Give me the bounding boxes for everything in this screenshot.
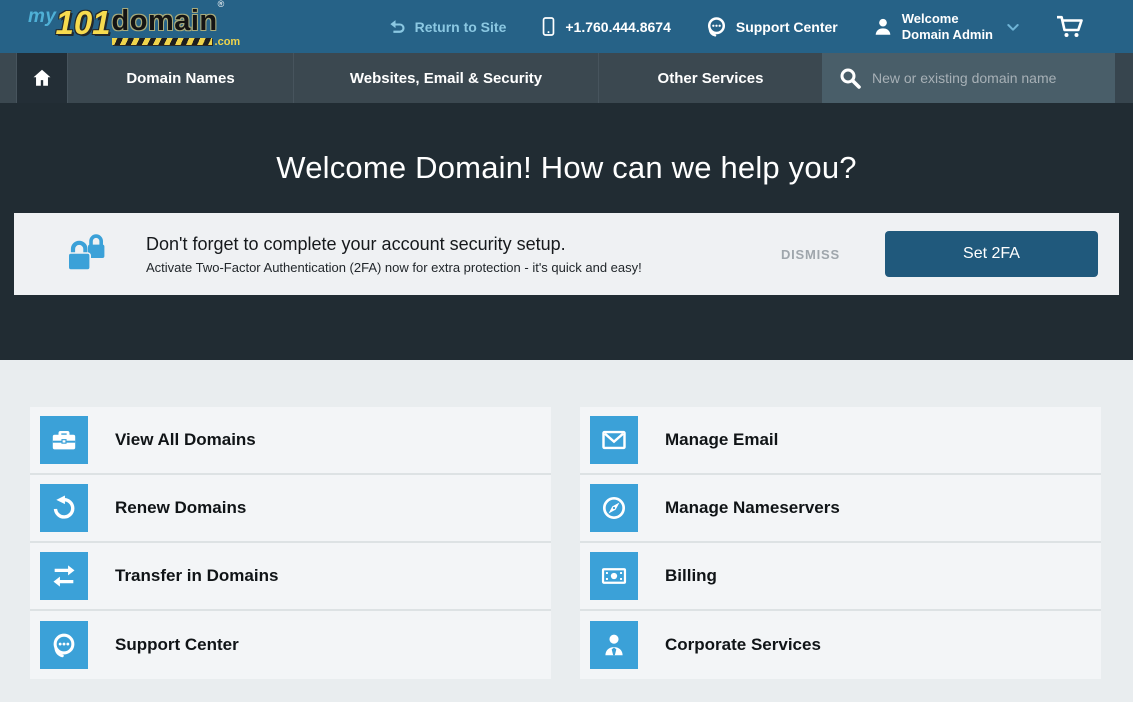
phone-link[interactable]: +1.760.444.8674 [540,16,671,37]
menu-item-view-all-domains[interactable]: View All Domains [30,407,551,475]
banner-title: Don't forget to complete your account se… [146,234,642,255]
logo-hazard-stripes [112,38,212,45]
menu-item-corporate-services[interactable]: Corporate Services [580,611,1101,679]
mobile-phone-icon [540,16,557,37]
page-title: Welcome Domain! How can we help you? [0,148,1133,188]
lock-icon [62,232,110,276]
domain-search-input[interactable] [872,70,1103,86]
banner-subtitle: Activate Two-Factor Authentication (2FA)… [146,260,642,275]
logo-domain: domain® [112,9,241,34]
account-menu[interactable]: Welcome Domain Admin [872,11,1021,42]
topbar: my 101 domain® .com Return to Site +1.76… [0,0,1133,53]
renew-icon [40,484,88,532]
headset-icon [705,15,728,38]
nav-tab-domain-names[interactable]: Domain Names [67,53,293,103]
home-icon [31,67,53,89]
set-2fa-button[interactable]: Set 2FA [885,231,1098,277]
shopping-cart-icon [1055,14,1085,39]
menu-label: View All Domains [115,430,256,450]
account-name: Domain Admin [902,27,993,43]
quick-links: View All Domains Renew Domains Transfer … [0,360,1133,679]
search-icon [838,66,862,90]
user-tie-icon [590,621,638,669]
menu-label: Transfer in Domains [115,566,278,586]
dismiss-button[interactable]: DISMISS [781,247,840,262]
menu-item-renew-domains[interactable]: Renew Domains [30,475,551,543]
menu-label: Corporate Services [665,635,821,655]
main-nav: Domain Names Websites, Email & Security … [0,53,1133,103]
support-center-link[interactable]: Support Center [705,15,838,38]
user-icon [872,16,894,38]
menu-label: Renew Domains [115,498,246,518]
chevron-down-icon [1005,19,1021,35]
domain-search-box[interactable] [822,53,1115,103]
cart-button[interactable] [1055,14,1085,39]
return-arrow-icon [388,17,407,36]
menu-label: Manage Email [665,430,778,450]
menu-item-billing[interactable]: Billing [580,543,1101,611]
logo-tld: .com [215,36,241,48]
registered-mark: ® [218,0,225,9]
nav-tab-other-services[interactable]: Other Services [598,53,822,103]
menu-column-left: View All Domains Renew Domains Transfer … [30,407,551,679]
menu-label: Manage Nameservers [665,498,840,518]
headset-icon [40,621,88,669]
return-to-site-link[interactable]: Return to Site [388,17,507,36]
menu-item-transfer-in-domains[interactable]: Transfer in Domains [30,543,551,611]
briefcase-icon [40,416,88,464]
menu-item-manage-email[interactable]: Manage Email [580,407,1101,475]
menu-item-manage-nameservers[interactable]: Manage Nameservers [580,475,1101,543]
nav-left-spacer [0,53,16,103]
nav-tab-websites-email-security[interactable]: Websites, Email & Security [293,53,598,103]
menu-item-support-center[interactable]: Support Center [30,611,551,679]
menu-label: Billing [665,566,717,586]
hero-section: Welcome Domain! How can we help you? Don… [0,103,1133,360]
logo-101: 101 [55,9,110,37]
menu-column-right: Manage Email Manage Nameservers Billing … [580,407,1101,679]
logo-my: my [28,6,56,28]
nav-home-tab[interactable] [16,53,67,103]
menu-label: Support Center [115,635,239,655]
money-bill-icon [590,552,638,600]
welcome-label: Welcome [902,11,993,27]
site-logo[interactable]: my 101 domain® .com [28,7,240,48]
nav-right-spacer [1115,53,1133,103]
security-banner: Don't forget to complete your account se… [14,213,1119,295]
compass-icon [590,484,638,532]
envelope-icon [590,416,638,464]
transfer-icon [40,552,88,600]
